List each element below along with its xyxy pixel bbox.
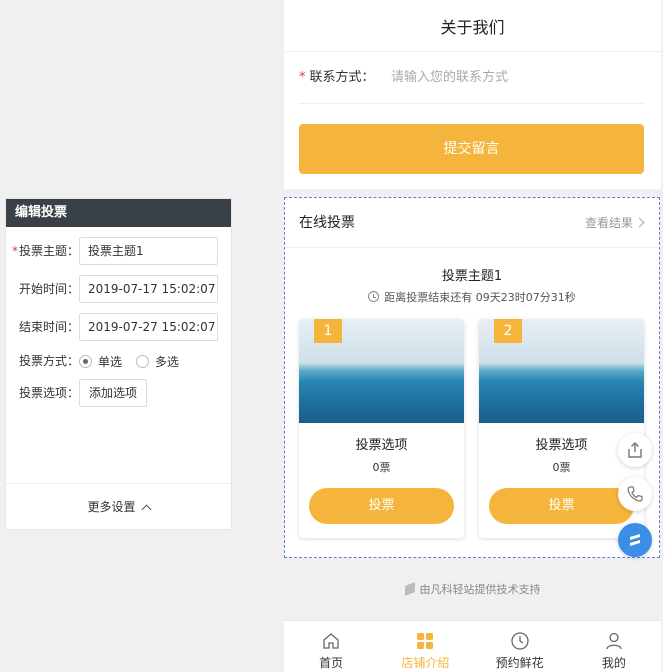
option-number-badge: 1 <box>314 319 342 343</box>
contact-field-row[interactable]: * 联系方式： 请输入您的联系方式 <box>299 52 644 104</box>
contact-title: 关于我们 <box>284 0 661 52</box>
share-button[interactable] <box>618 433 652 467</box>
view-results-link[interactable]: 查看结果 <box>585 198 645 248</box>
phone-icon <box>627 486 643 502</box>
more-settings-label: 更多设置 <box>87 500 136 514</box>
vote-mode-radio-group: 单选 多选 <box>79 347 193 375</box>
tab-home[interactable]: 首页 <box>284 621 378 672</box>
tab-home-label: 首页 <box>319 656 344 670</box>
vote-options-label: 投票选项： <box>18 386 79 400</box>
submit-message-button[interactable]: 提交留言 <box>299 124 644 174</box>
online-vote-module[interactable]: 在线投票 查看结果 投票主题1 距离投票结束还有 09天23时07分31秒 1 … <box>284 197 660 558</box>
grid-icon <box>417 633 434 649</box>
vote-option-card: 2 投票选项 0票 投票 <box>479 319 644 538</box>
clock-icon <box>368 291 380 302</box>
option-vote-count: 0票 <box>552 461 571 474</box>
required-mark: * <box>299 70 306 85</box>
editor-title: 编辑投票 <box>6 199 231 227</box>
chevron-up-icon <box>141 504 151 515</box>
tab-book-flowers-label: 预约鲜花 <box>495 656 544 670</box>
vote-mode-row: 投票方式： 单选 多选 <box>6 347 231 375</box>
start-time-row: 开始时间： 2019-07-17 15:02:07 <box>6 275 231 303</box>
radio-multi-label: 多选 <box>155 354 180 369</box>
required-mark: * <box>11 244 18 258</box>
radio-multi[interactable]: 多选 <box>136 353 179 370</box>
start-time-label: 开始时间： <box>18 282 79 296</box>
vote-countdown: 距离投票结束还有 09天23时07分31秒 <box>285 289 659 305</box>
add-option-button[interactable]: 添加选项 <box>79 379 148 407</box>
tab-store-intro-label: 店铺介绍 <box>401 656 450 670</box>
radio-single[interactable]: 单选 <box>79 353 122 370</box>
radio-single-label: 单选 <box>98 354 123 369</box>
bottom-tab-bar: 首页 店铺介绍 预约鲜花 我的 <box>284 620 661 672</box>
option-vote-count: 0票 <box>372 461 391 474</box>
contact-field-label: 联系方式： <box>309 70 375 85</box>
contact-form-card: 关于我们 * 联系方式： 请输入您的联系方式 提交留言 <box>284 0 661 189</box>
end-time-row: 结束时间： 2019-07-27 15:02:07 <box>6 313 231 341</box>
start-time-input[interactable]: 2019-07-17 15:02:07 <box>79 275 218 303</box>
phone-button[interactable] <box>618 477 652 511</box>
fanke-logo-icon <box>404 582 415 596</box>
end-time-label: 结束时间： <box>18 320 79 334</box>
tech-support-footer: 由凡科轻站提供技术支持 <box>284 581 661 597</box>
brand-logo-icon <box>630 534 640 546</box>
vote-options-row: 投票选项： 添加选项 <box>6 379 231 407</box>
tab-mine[interactable]: 我的 <box>567 621 661 672</box>
radio-multi-indicator[interactable] <box>136 354 150 368</box>
vote-option-card: 1 投票选项 0票 投票 <box>299 319 464 538</box>
clock-icon <box>510 632 529 650</box>
phone-preview: 关于我们 * 联系方式： 请输入您的联系方式 提交留言 在线投票 查看结果 投票主… <box>284 0 661 672</box>
user-icon <box>606 632 622 650</box>
vote-header: 在线投票 查看结果 <box>285 198 659 248</box>
vote-header-title: 在线投票 <box>299 215 355 231</box>
vote-topic: 投票主题1 <box>441 269 503 284</box>
option-number-badge: 2 <box>494 319 522 343</box>
topic-label: *投票主题： <box>11 244 79 258</box>
brand-button[interactable] <box>618 523 652 557</box>
vote-button[interactable]: 投票 <box>309 488 454 524</box>
vote-mode-label: 投票方式： <box>18 354 79 368</box>
chevron-right-icon <box>634 217 645 228</box>
end-time-input[interactable]: 2019-07-27 15:02:07 <box>79 313 218 341</box>
more-settings-button[interactable]: 更多设置 <box>6 483 231 529</box>
option-name: 投票选项 <box>355 438 408 453</box>
contact-field-input[interactable]: 请输入您的联系方式 <box>391 52 508 104</box>
radio-single-indicator[interactable] <box>79 354 92 368</box>
home-icon <box>323 633 339 649</box>
sea-image: 1 <box>299 319 464 423</box>
topic-input[interactable]: 投票主题1 <box>79 237 218 265</box>
sea-image: 2 <box>479 319 644 423</box>
tab-store-intro[interactable]: 店铺介绍 <box>378 621 472 672</box>
topic-row: *投票主题： 投票主题1 <box>6 237 231 265</box>
vote-editor-panel: 编辑投票 *投票主题： 投票主题1 开始时间： 2019-07-17 15:02… <box>5 198 232 530</box>
tab-book-flowers[interactable]: 预约鲜花 <box>473 621 567 672</box>
tab-mine-label: 我的 <box>601 656 626 670</box>
share-icon <box>628 442 642 458</box>
vote-button[interactable]: 投票 <box>489 488 634 524</box>
